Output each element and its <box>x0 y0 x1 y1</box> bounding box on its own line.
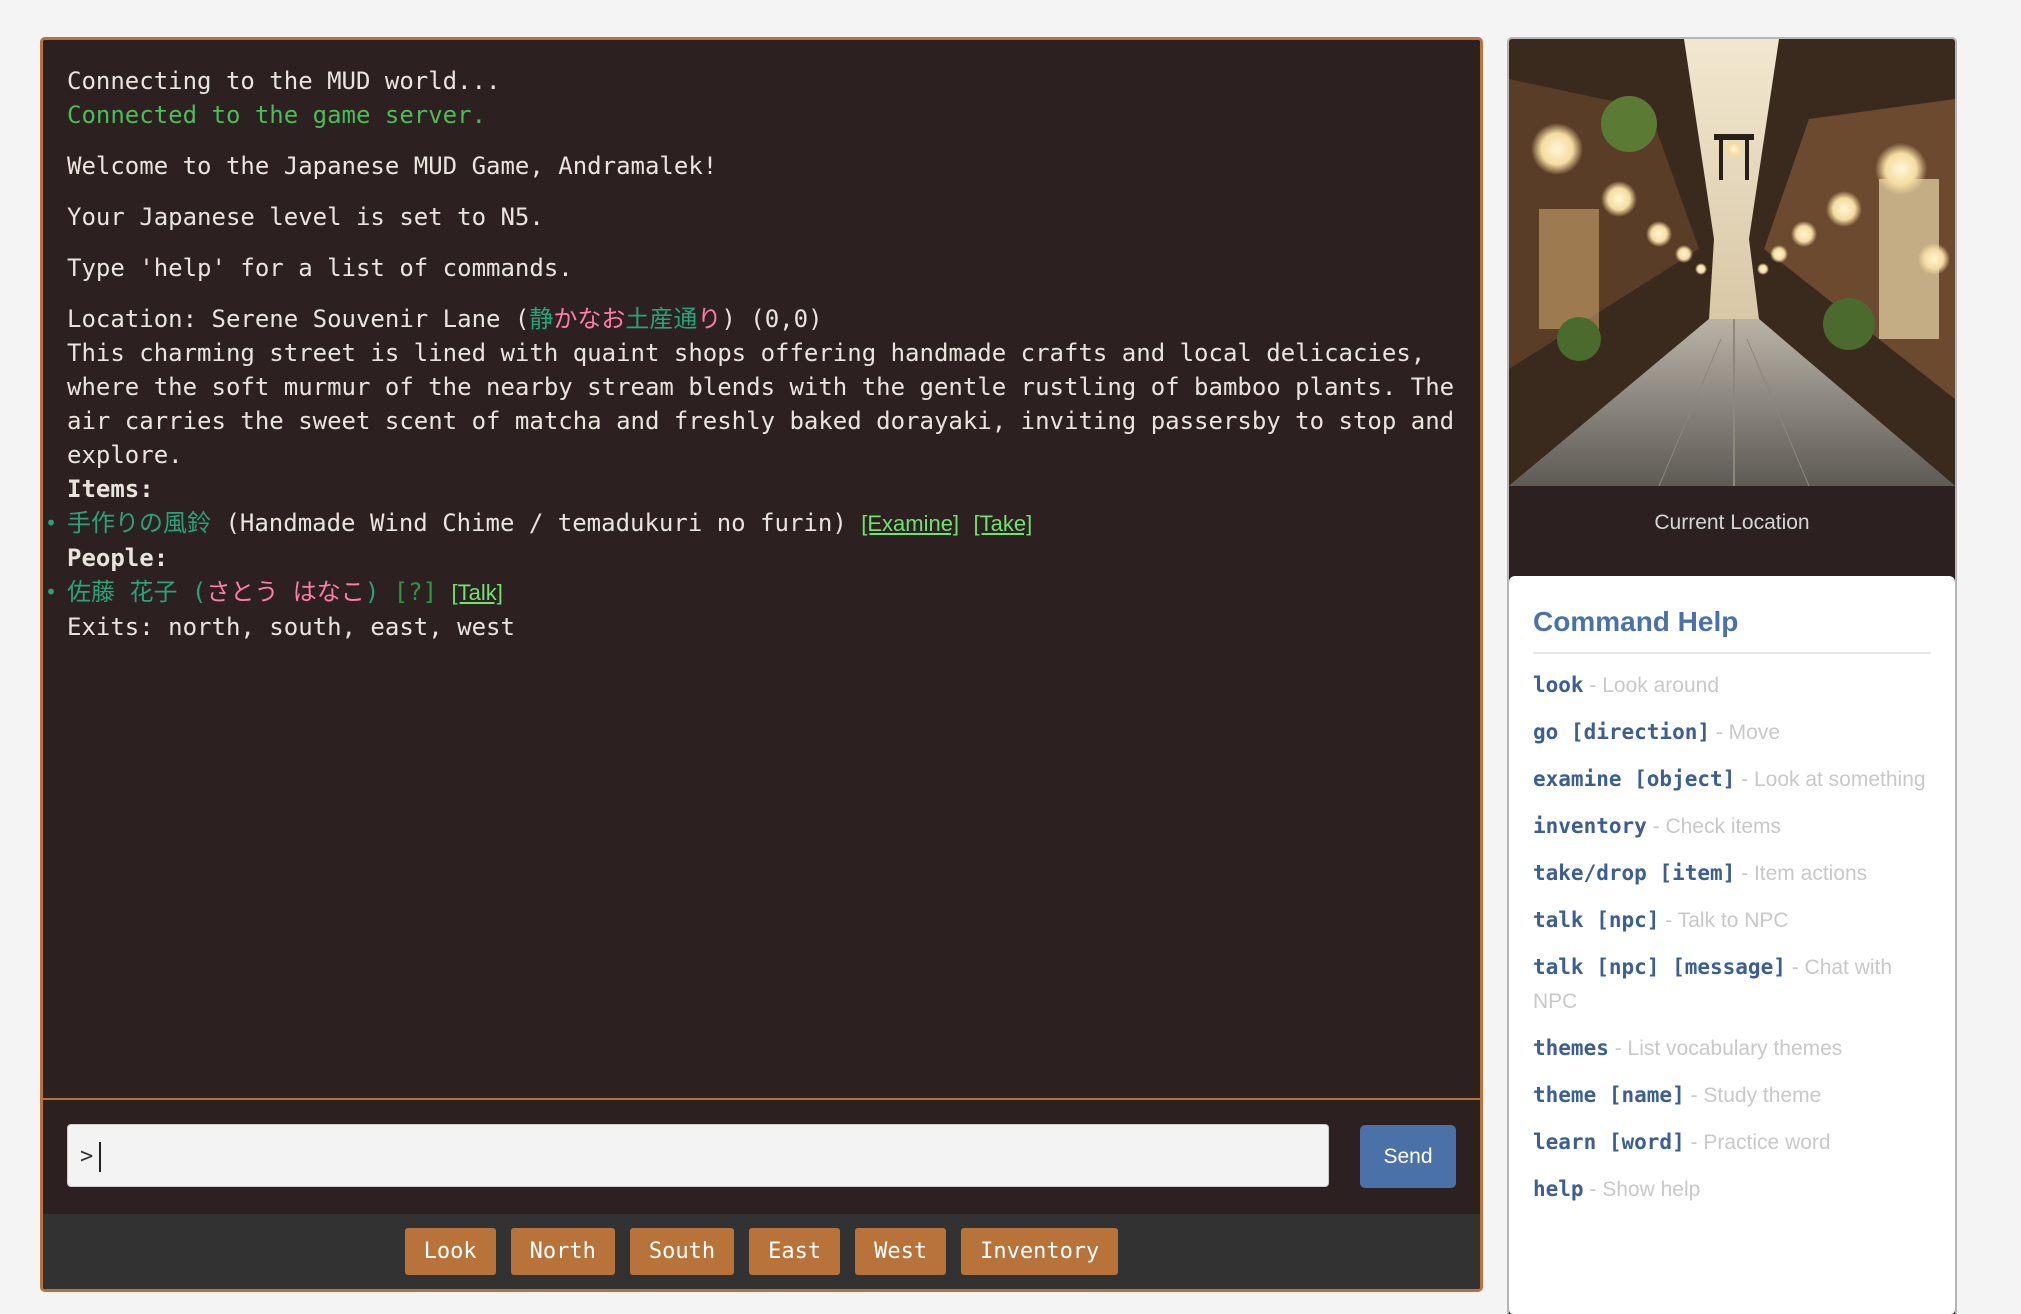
help-description: - Study theme <box>1684 1084 1822 1107</box>
help-command: theme [name] <box>1533 1083 1685 1107</box>
help-description: - Talk to NPC <box>1659 909 1789 932</box>
examine-item-link[interactable]: [Examine] <box>861 511 959 536</box>
location-suffix: ) (0,0) <box>721 305 823 333</box>
quick-command-bar: Look North South East West Inventory <box>43 1214 1480 1289</box>
help-item: talk [npc] - Talk to NPC <box>1533 903 1931 938</box>
help-command: look <box>1533 673 1584 697</box>
location-jp-seg2: かなお <box>553 305 626 333</box>
help-description: - List vocabulary themes <box>1608 1037 1843 1060</box>
look-button[interactable]: Look <box>404 1228 496 1275</box>
help-command: help <box>1533 1177 1584 1201</box>
location-line: Location: Serene Souvenir Lane (静かなお土産通り… <box>67 302 1456 336</box>
location-jp-seg3: 土産通 <box>625 305 698 333</box>
help-description: - Look around <box>1583 674 1720 697</box>
location-jp-seg4: り <box>697 305 722 333</box>
help-command: examine [object] <box>1533 767 1736 791</box>
help-command: themes <box>1533 1036 1609 1060</box>
command-help-title: Command Help <box>1533 606 1931 654</box>
location-jp-seg1: 静 <box>529 305 554 333</box>
east-button[interactable]: East <box>749 1228 841 1275</box>
help-description: - Item actions <box>1735 862 1868 885</box>
help-description: - Practice word <box>1684 1131 1831 1154</box>
person-name-kanji: 佐藤 花子 <box>67 578 178 606</box>
person-hint-button[interactable]: [?] <box>379 578 451 606</box>
person-entry: • 佐藤 花子 (さとう はなこ) [?] [Talk] <box>45 575 1456 610</box>
south-button[interactable]: South <box>629 1228 735 1275</box>
help-command: go [direction] <box>1533 720 1711 744</box>
help-item: themes - List vocabulary themes <box>1533 1031 1931 1066</box>
connected-message: Connected to the game server. <box>67 101 487 129</box>
north-button[interactable]: North <box>510 1228 615 1275</box>
help-description: - Check items <box>1646 815 1781 838</box>
text-cursor <box>99 1142 102 1172</box>
take-item-link[interactable]: [Take] <box>974 511 1033 536</box>
location-description-line: where the soft murmur of the nearby stre… <box>67 373 1455 401</box>
people-header: People: <box>67 544 169 572</box>
help-item: theme [name] - Study theme <box>1533 1078 1931 1113</box>
items-header: Items: <box>67 475 154 503</box>
inventory-button[interactable]: Inventory <box>961 1228 1119 1275</box>
location-prefix: Location: Serene Souvenir Lane ( <box>67 305 530 333</box>
help-command: take/drop [item] <box>1533 861 1736 885</box>
person-close-paren: ) <box>364 578 380 606</box>
help-item: take/drop [item] - Item actions <box>1533 856 1931 891</box>
help-command: talk [npc] <box>1533 908 1660 932</box>
location-description-line: explore. <box>67 441 183 469</box>
terminal-output: Connecting to the MUD world... Connected… <box>43 40 1480 1099</box>
location-image <box>1509 39 1955 486</box>
connecting-message: Connecting to the MUD world... <box>67 67 501 95</box>
help-description: - Show help <box>1583 1178 1701 1201</box>
person-name-kana: さとう はなこ <box>206 578 365 606</box>
help-command: learn [word] <box>1533 1130 1685 1154</box>
help-item: examine [object] - Look at something <box>1533 762 1931 797</box>
item-name-jp: 手作りの風鈴 <box>67 509 211 537</box>
help-item: look - Look around <box>1533 668 1931 703</box>
command-help-list: look - Look around go [direction] - Move… <box>1533 668 1931 1207</box>
help-command: inventory <box>1533 814 1647 838</box>
item-entry: • 手作りの風鈴 (Handmade Wind Chime / temadukur… <box>45 506 1456 541</box>
help-hint-message: Type 'help' for a list of commands. <box>67 254 573 282</box>
command-input-bar: > Send <box>43 1098 1480 1214</box>
level-message: Your Japanese level is set to N5. <box>67 203 544 231</box>
location-description-line: air carries the sweet scent of matcha an… <box>67 407 1455 435</box>
side-panel: Current Location Command Help look - Loo… <box>1507 37 1957 1314</box>
help-item: talk [npc] [message] - Chat with NPC <box>1533 950 1931 1019</box>
item-description: (Handmade Wind Chime / temadukuri no fur… <box>211 509 862 537</box>
welcome-message: Welcome to the Japanese MUD Game, Andram… <box>67 152 718 180</box>
person-open-paren: ( <box>177 578 207 606</box>
game-terminal: Connecting to the MUD world... Connected… <box>40 37 1483 1292</box>
help-item: go [direction] - Move <box>1533 715 1931 750</box>
help-description: - Look at something <box>1735 768 1926 791</box>
command-input[interactable]: > <box>67 1124 1329 1187</box>
west-button[interactable]: West <box>855 1228 947 1275</box>
help-command: talk [npc] [message] <box>1533 955 1786 979</box>
bullet-icon: • <box>45 511 58 535</box>
talk-person-link[interactable]: [Talk] <box>452 580 503 605</box>
help-item: inventory - Check items <box>1533 809 1931 844</box>
prompt-symbol: > <box>80 1144 94 1169</box>
command-help-card: Command Help look - Look around go [dire… <box>1509 576 1955 1314</box>
help-description: - Move <box>1710 721 1781 744</box>
send-button[interactable]: Send <box>1360 1125 1456 1188</box>
bullet-icon: • <box>45 580 58 604</box>
help-item: learn [word] - Practice word <box>1533 1125 1931 1160</box>
location-description-line: This charming street is lined with quain… <box>67 339 1426 367</box>
exits-line: Exits: north, south, east, west <box>67 613 515 641</box>
help-item: help - Show help <box>1533 1172 1931 1207</box>
